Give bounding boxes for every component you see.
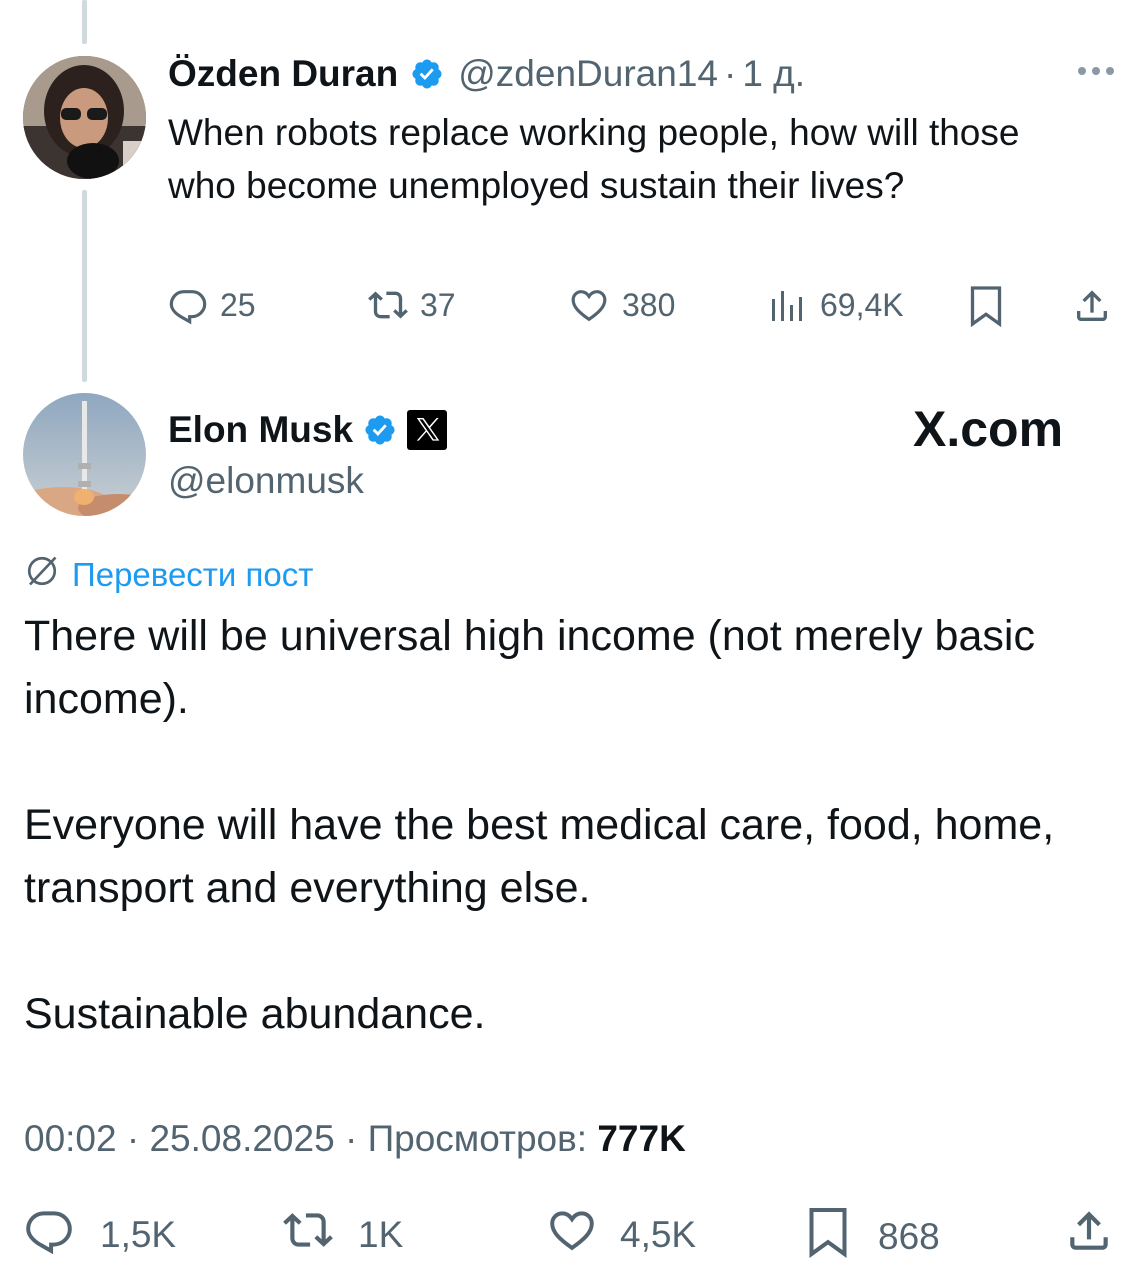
post-text: There will be universal high income (not… xyxy=(24,605,1084,1046)
verified-badge-icon xyxy=(363,413,397,447)
post-header: Elon Musk xyxy=(168,406,448,454)
post-paragraph: Everyone will have the best medical care… xyxy=(24,801,1055,912)
share-icon xyxy=(1064,1205,1114,1266)
reply-text: When robots replace working people, how … xyxy=(168,112,1020,206)
reply-icon xyxy=(24,1205,74,1264)
repost-icon xyxy=(366,285,410,325)
post-reply-button[interactable]: 1,5K xyxy=(24,1205,176,1264)
reply-like-button[interactable]: 380 xyxy=(568,285,675,325)
post-author-avatar[interactable] xyxy=(23,393,146,516)
views-bar-chart-icon xyxy=(770,285,804,325)
post-share-button[interactable] xyxy=(1064,1205,1114,1266)
post-date[interactable]: 25.08.2025 xyxy=(149,1118,334,1159)
post-like-button[interactable]: 4,5K xyxy=(546,1205,696,1264)
post-bookmark-button[interactable]: 868 xyxy=(806,1205,940,1268)
post-reply-count: 1,5K xyxy=(100,1213,177,1255)
thread-line-top xyxy=(82,0,87,44)
bookmark-icon xyxy=(806,1205,850,1268)
reply-author-avatar[interactable] xyxy=(23,56,146,179)
x-com-brand: X.com xyxy=(913,401,1064,457)
verified-badge-icon xyxy=(410,57,444,91)
repost-count: 37 xyxy=(420,286,456,323)
reply-separator: · xyxy=(723,53,737,94)
views-value: 777K xyxy=(597,1118,686,1159)
thread-line xyxy=(82,190,87,382)
translate-post-button[interactable]: Перевести пост xyxy=(24,553,313,597)
reply-author-name[interactable]: Özden Duran xyxy=(168,53,398,95)
post-paragraph: Sustainable abundance. xyxy=(24,990,486,1038)
reply-reply-button[interactable]: 25 xyxy=(168,285,256,325)
x-logo-icon xyxy=(407,410,448,450)
translate-label: Перевести пост xyxy=(72,556,314,593)
share-icon xyxy=(1072,285,1112,327)
heart-icon xyxy=(568,285,610,325)
reply-time[interactable]: 1 д. xyxy=(742,53,805,95)
post-meta: 00:02 · 25.08.2025 · Просмотров: 777K xyxy=(24,1118,686,1160)
repost-icon xyxy=(280,1205,336,1264)
post-paragraph: There will be universal high income (not… xyxy=(24,612,1035,723)
heart-icon xyxy=(546,1205,598,1264)
post-author-name[interactable]: Elon Musk xyxy=(168,409,353,451)
post-like-count: 4,5K xyxy=(620,1213,697,1255)
reply-views-button[interactable]: 69,4K xyxy=(770,285,904,325)
reply-share-button[interactable] xyxy=(1072,285,1112,327)
views-label: Просмотров: xyxy=(367,1118,588,1159)
bookmark-icon xyxy=(968,285,1004,327)
post-bookmark-count: 868 xyxy=(878,1215,940,1257)
post-author-handle[interactable]: @elonmusk xyxy=(168,460,364,502)
like-count: 380 xyxy=(622,286,676,323)
reply-icon xyxy=(168,285,208,325)
reply-count: 25 xyxy=(220,286,256,323)
meta-separator: · xyxy=(126,1118,140,1159)
more-dots-icon[interactable] xyxy=(1076,64,1116,83)
post-repost-button[interactable]: 1K xyxy=(280,1205,403,1264)
meta-separator: · xyxy=(344,1118,358,1159)
post-repost-count: 1K xyxy=(358,1213,404,1255)
reply-repost-button[interactable]: 37 xyxy=(366,285,456,325)
reply-header: Özden Duran @zdenDuran14 · 1 д. xyxy=(168,52,805,96)
globe-slash-icon xyxy=(24,553,60,597)
reply-bookmark-button[interactable] xyxy=(968,285,1004,327)
views-count: 69,4K xyxy=(820,286,904,323)
post-time[interactable]: 00:02 xyxy=(24,1118,117,1159)
reply-author-handle[interactable]: @zdenDuran14 xyxy=(458,53,718,95)
